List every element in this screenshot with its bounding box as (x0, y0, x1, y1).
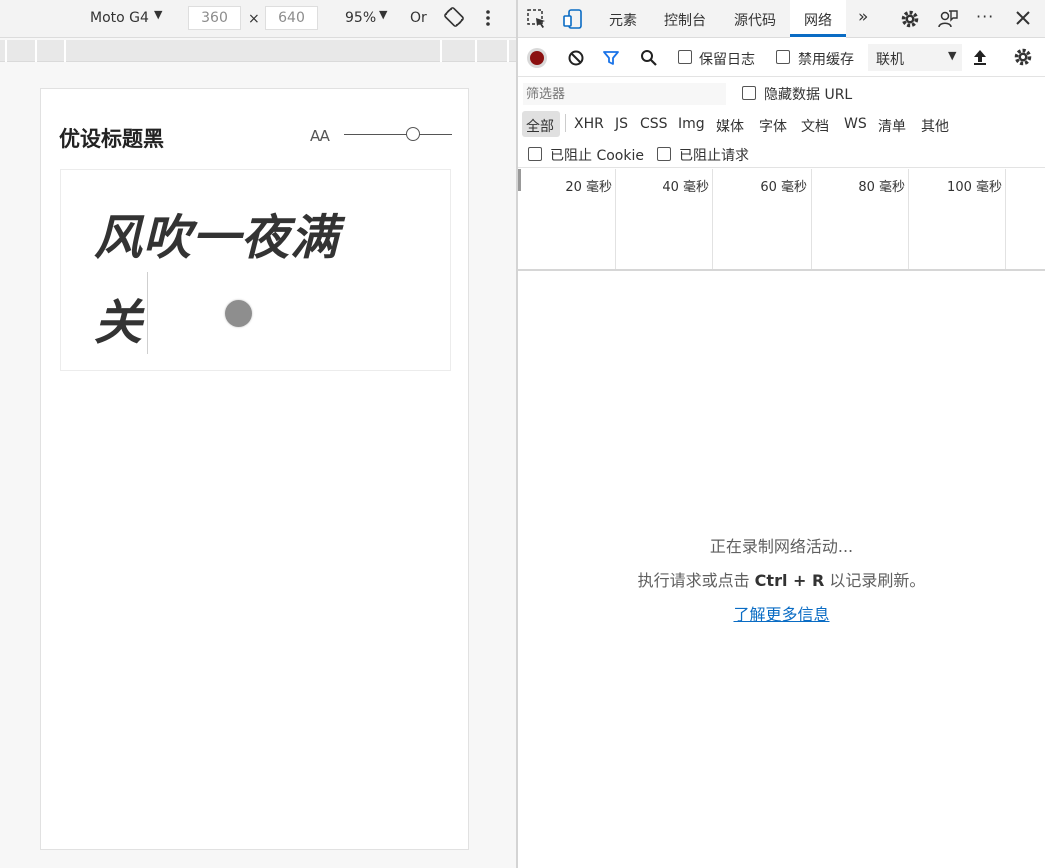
reload-shortcut: Ctrl + R (754, 571, 825, 590)
filter-type-media[interactable]: 媒体 (716, 116, 744, 136)
tab-network[interactable]: 网络 (804, 10, 832, 30)
devtools-pane: 元素 控制台 源代码 网络 » ··· 保留日志 禁用缓存 联机 ▼ 筛选器 隐… (518, 0, 1045, 868)
reload-hint-suffix: 以记录刷新。 (824, 571, 926, 590)
disable-cache-checkbox[interactable] (776, 50, 790, 64)
ruler-tick (507, 40, 509, 62)
search-icon[interactable] (640, 49, 658, 71)
times-sign: × (248, 11, 260, 27)
close-devtools-icon[interactable] (1015, 9, 1031, 31)
device-emulation-pane: Moto G4 ▼ 360 × 640 95% ▼ Or 优设标题黑 AA 风吹… (0, 0, 517, 868)
preview-card[interactable]: 风吹一夜满 关 (60, 169, 451, 371)
filter-type-ws[interactable]: WS (844, 116, 867, 132)
timeline-tick-label: 80 毫秒 (858, 180, 905, 195)
hide-data-url-checkbox[interactable] (742, 86, 756, 100)
filter-type-font[interactable]: 字体 (759, 116, 787, 136)
device-select[interactable]: Moto G4 (90, 10, 149, 26)
more-tabs-icon[interactable]: » (858, 7, 868, 27)
filter-type-img[interactable]: Img (678, 116, 705, 132)
record-icon (530, 51, 544, 65)
height-input[interactable]: 640 (265, 6, 318, 30)
page-title: 优设标题黑 (59, 127, 164, 151)
timeline-gridline (712, 169, 713, 269)
blocked-cookies-label: 已阻止 Cookie (550, 148, 644, 164)
timeline-gridline (1005, 169, 1006, 269)
tab-sources[interactable]: 源代码 (734, 10, 776, 30)
slider-thumb[interactable] (406, 127, 420, 141)
filter-type-all[interactable]: 全部 (526, 116, 554, 136)
width-input[interactable]: 360 (188, 6, 241, 30)
blocked-requests-checkbox[interactable] (657, 147, 671, 161)
filter-type-doc[interactable]: 文档 (801, 116, 829, 136)
throttling-select[interactable]: 联机 ▼ (868, 44, 962, 71)
chevron-down-icon: ▼ (948, 49, 957, 62)
more-menu-icon[interactable]: ··· (976, 7, 994, 26)
timeline-tick-label: 60 毫秒 (760, 180, 807, 195)
filter-type-css[interactable]: CSS (640, 116, 668, 132)
filter-type-xhr[interactable]: XHR (574, 116, 604, 132)
zoom-dropdown-icon[interactable]: ▼ (379, 8, 387, 21)
rotate-icon[interactable] (444, 7, 464, 31)
preserve-log-label: 保留日志 (699, 52, 755, 68)
hide-data-url-label: 隐藏数据 URL (764, 87, 853, 103)
device-dropdown-icon[interactable]: ▼ (154, 8, 162, 21)
ruler-tick (475, 40, 477, 62)
preserve-log-checkbox[interactable] (678, 50, 692, 64)
filter-type-js[interactable]: JS (615, 116, 628, 132)
filter-type-other[interactable]: 其他 (921, 116, 949, 136)
timeline-start-marker (518, 169, 521, 191)
learn-more-link[interactable]: 了解更多信息 (733, 605, 829, 624)
network-toolbar: 保留日志 禁用缓存 联机 ▼ (518, 39, 1045, 77)
filter-bar: 隐藏数据 URL 全部 XHR JS CSS Img 媒体 字体 文档 WS 清… (518, 78, 1045, 168)
preview-text-line2: 关 (94, 295, 143, 351)
preview-text-line1: 风吹一夜满 (94, 210, 340, 266)
text-caret (147, 272, 148, 354)
device-toggle-icon[interactable] (562, 8, 584, 34)
text-size-icon: AA (310, 127, 330, 145)
ruler-tick (440, 40, 442, 62)
settings-gear-icon[interactable] (900, 9, 920, 33)
throttle-select[interactable]: Or (410, 10, 427, 26)
ruler-tick (35, 40, 37, 62)
ruler-tick (64, 40, 66, 62)
media-query-ruler[interactable] (0, 40, 517, 62)
touch-cursor (225, 300, 252, 327)
device-toolbar: Moto G4 ▼ 360 × 640 95% ▼ Or (0, 0, 517, 38)
network-settings-icon[interactable] (1013, 47, 1033, 71)
timeline-gridline (908, 169, 909, 269)
filter-icon[interactable] (602, 49, 620, 71)
empty-state: 正在录制网络活动... 执行请求或点击 Ctrl + R 以记录刷新。 了解更多… (518, 533, 1045, 625)
emulated-viewport: 优设标题黑 AA 风吹一夜满 关 (40, 88, 469, 850)
throttling-value: 联机 (876, 52, 904, 68)
font-size-slider[interactable] (344, 134, 452, 135)
tab-elements[interactable]: 元素 (609, 10, 637, 30)
active-tab-indicator (790, 34, 846, 37)
devtools-tabbar: 元素 控制台 源代码 网络 » ··· (518, 0, 1045, 38)
tab-console[interactable]: 控制台 (664, 10, 706, 30)
filter-type-separator (565, 114, 566, 132)
zoom-select[interactable]: 95% (345, 10, 376, 26)
recording-message: 正在录制网络活动... (709, 537, 854, 556)
blocked-requests-label: 已阻止请求 (679, 148, 749, 164)
inspect-element-icon[interactable] (526, 8, 548, 34)
feedback-icon[interactable] (937, 8, 959, 34)
more-options-icon[interactable] (483, 8, 493, 32)
network-overview-timeline[interactable]: 20 毫秒 40 毫秒 60 毫秒 80 毫秒 100 毫秒 (518, 169, 1045, 271)
blocked-cookies-checkbox[interactable] (528, 147, 542, 161)
filter-type-manifest[interactable]: 清单 (878, 116, 906, 136)
reload-hint: 执行请求或点击 Ctrl + R 以记录刷新。 (518, 559, 1045, 593)
timeline-gridline (811, 169, 812, 269)
timeline-tick-label: 40 毫秒 (662, 180, 709, 195)
reload-hint-prefix: 执行请求或点击 (637, 571, 755, 590)
timeline-tick-label: 100 毫秒 (947, 180, 1002, 195)
disable-cache-label: 禁用缓存 (798, 52, 854, 68)
import-har-icon[interactable] (972, 48, 988, 70)
timeline-tick-label: 20 毫秒 (565, 180, 612, 195)
filter-input[interactable] (523, 83, 726, 105)
clear-icon[interactable] (567, 49, 585, 71)
timeline-gridline (615, 169, 616, 269)
ruler-tick (5, 40, 7, 62)
